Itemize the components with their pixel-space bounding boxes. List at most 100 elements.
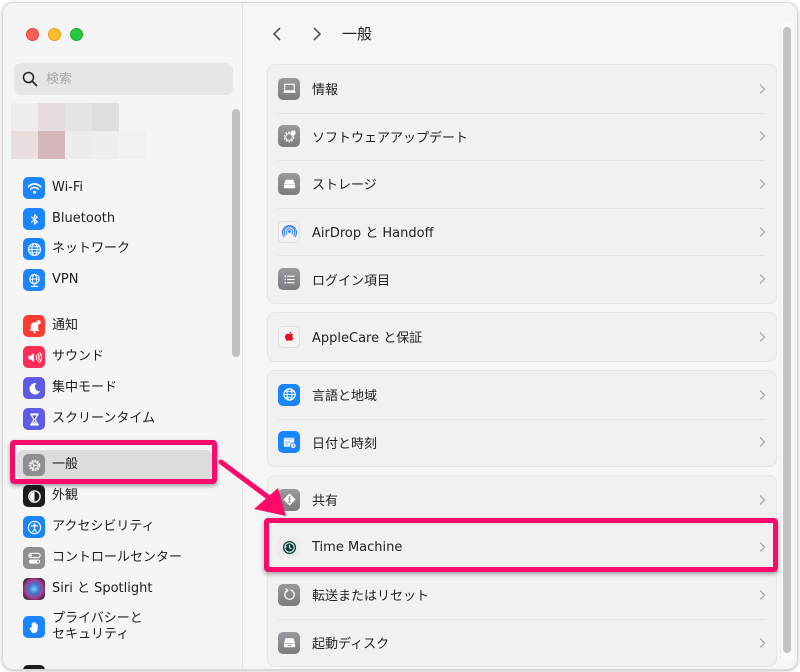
speaker-icon: [23, 346, 45, 368]
row-language-region[interactable]: 言語と地域: [268, 371, 776, 419]
row-label: ログイン項目: [312, 273, 391, 289]
appearance-icon: [23, 485, 45, 507]
settings-group-applecare: AppleCare と保証: [267, 312, 777, 362]
sidebar-item-control-center[interactable]: コントロールセンター: [17, 543, 212, 573]
next-sidebar-item-icon-partial: [23, 665, 45, 669]
sidebar-item-focus[interactable]: 集中モード: [17, 373, 212, 403]
sidebar-item-siri-spotlight[interactable]: Siri と Spotlight: [17, 574, 212, 604]
globe-icon: [278, 383, 300, 406]
row-storage[interactable]: ストレージ: [268, 160, 776, 208]
sidebar-item-label: Wi-Fi: [52, 180, 84, 195]
chevron-right-icon: [759, 437, 766, 448]
sidebar-item-label: Bluetooth: [52, 211, 116, 226]
sidebar-item-sound[interactable]: サウンド: [17, 342, 212, 372]
chevron-left-icon: [272, 27, 281, 41]
row-label: ソフトウェアアップデート: [312, 130, 469, 146]
row-applecare[interactable]: AppleCare と保証: [268, 313, 776, 361]
sidebar-item-bluetooth[interactable]: Bluetooth: [17, 204, 212, 234]
sidebar-item-label: 外観: [52, 488, 79, 503]
row-software-update[interactable]: ソフトウェアアップデート: [268, 112, 776, 161]
sidebar-item-label: VPN: [52, 272, 79, 287]
software-update-gear-icon: [278, 125, 300, 148]
chevron-right-icon: [759, 389, 766, 400]
row-transfer-reset[interactable]: 転送またはリセット: [268, 571, 776, 619]
row-label: ストレージ: [312, 178, 377, 194]
row-about[interactable]: 情報: [268, 65, 776, 113]
accessibility-icon: [23, 516, 45, 538]
back-button[interactable]: [266, 23, 288, 45]
sidebar-item-label: コントロールセンター: [52, 550, 183, 565]
row-label: 起動ディスク: [312, 637, 390, 653]
forward-button[interactable]: [306, 23, 328, 45]
row-label: 転送またはリセット: [312, 589, 430, 605]
row-date-time[interactable]: 日付と時刻: [268, 418, 776, 467]
sidebar-item-notifications[interactable]: 通知: [17, 311, 212, 341]
row-startup-disk[interactable]: 起動ディスク: [268, 618, 776, 667]
chevron-right-icon: [759, 179, 766, 189]
sidebar-item-label: アクセシビリティ: [52, 519, 155, 534]
sidebar-item-vpn[interactable]: VPN: [17, 265, 212, 295]
moon-icon: [23, 377, 45, 399]
sidebar-item-label: 集中モード: [52, 380, 118, 395]
minimize-button[interactable]: [48, 28, 61, 41]
siri-icon: [23, 578, 45, 600]
sidebar-item-label: ネットワーク: [52, 241, 131, 256]
sidebar-item-label: Siri と Spotlight: [52, 581, 153, 596]
chevron-right-icon: [759, 331, 766, 342]
chevron-right-icon: [759, 131, 766, 142]
sidebar-item-network[interactable]: ネットワーク: [17, 234, 212, 264]
sidebar: Wi-Fi Bluetooth ネットワーク VPN 通知: [3, 3, 243, 669]
row-label: AppleCare と保証: [312, 331, 423, 347]
sidebar-item-label: プライバシーと セキュリティ: [52, 611, 162, 643]
globe-icon: [23, 238, 45, 260]
laptop-icon: [278, 77, 300, 100]
sidebar-item-label: スクリーンタイム: [52, 411, 156, 426]
account-profile-blurred[interactable]: [11, 103, 151, 159]
bell-icon: [23, 315, 45, 337]
label-line-1: プライバシーと: [52, 611, 143, 626]
sidebar-item-screen-time[interactable]: スクリーンタイム: [17, 404, 212, 434]
sidebar-item-label: 通知: [52, 318, 79, 333]
search-field[interactable]: [14, 63, 233, 95]
storage-drive-icon: [278, 172, 300, 195]
highlight-box-general: [10, 440, 217, 484]
startup-disk-icon: [278, 631, 300, 654]
settings-group-locale: 言語と地域 日付と時刻: [267, 370, 777, 468]
row-label: 言語と地域: [312, 389, 378, 405]
settings-group-system: 情報 ソフトウェアアップデート ストレージ AirDrop と Handoff …: [267, 64, 777, 304]
close-button[interactable]: [26, 28, 39, 41]
sidebar-item-appearance[interactable]: 外観: [17, 481, 212, 511]
search-input[interactable]: [46, 71, 216, 87]
bluetooth-icon: [23, 208, 45, 230]
hourglass-icon: [23, 408, 45, 430]
toggles-icon: [23, 547, 45, 569]
vpn-globe-icon: [23, 269, 45, 291]
sidebar-scrollbar[interactable]: [232, 109, 240, 357]
main-scrollbar[interactable]: [783, 27, 791, 653]
search-icon: [22, 71, 38, 87]
row-label: 日付と時刻: [312, 436, 378, 452]
hand-icon: [23, 616, 45, 638]
sharing-icon: [278, 488, 300, 511]
chevron-right-icon: [759, 590, 766, 600]
chevron-right-icon: [759, 494, 766, 505]
row-sharing[interactable]: 共有: [268, 476, 776, 524]
sidebar-item-privacy-security[interactable]: プライバシーと セキュリティ: [17, 606, 212, 648]
zoom-button[interactable]: [70, 28, 83, 41]
page-title: 一般: [342, 25, 373, 43]
chevron-right-icon: [313, 27, 322, 41]
row-login-items[interactable]: ログイン項目: [268, 255, 776, 303]
sidebar-item-accessibility[interactable]: アクセシビリティ: [17, 512, 212, 542]
row-label: 共有: [312, 494, 339, 510]
traffic-lights: [26, 28, 83, 41]
row-label: AirDrop と Handoff: [312, 226, 434, 242]
chevron-right-icon: [759, 83, 766, 94]
wifi-icon: [23, 177, 45, 199]
chevron-right-icon: [759, 637, 766, 648]
chevron-right-icon: [759, 274, 766, 285]
chevron-right-icon: [759, 226, 766, 237]
airdrop-icon: [278, 220, 300, 243]
row-airdrop-handoff[interactable]: AirDrop と Handoff: [268, 207, 776, 256]
highlight-box-time-machine: [264, 518, 778, 572]
sidebar-item-wifi[interactable]: Wi-Fi: [17, 173, 212, 203]
